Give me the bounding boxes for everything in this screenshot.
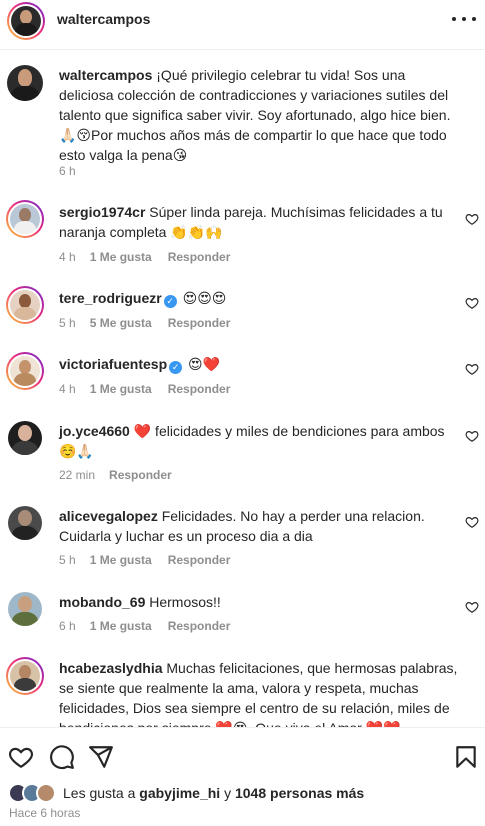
caption-avatar[interactable] <box>7 65 43 101</box>
comment-meta: 4 h 1 Me gusta Responder <box>59 382 230 396</box>
comment-meta: 5 h 1 Me gusta Responder <box>59 553 230 567</box>
reply-button[interactable]: Responder <box>168 316 231 330</box>
comment-time: 5 h <box>59 553 76 567</box>
comment-time: 22 min <box>59 468 96 482</box>
share-icon[interactable] <box>88 744 114 770</box>
likes-connector: y <box>224 785 232 801</box>
reply-button[interactable]: Responder <box>168 250 231 264</box>
comment-time: 4 h <box>59 250 76 264</box>
caption-text: waltercampos ¡Qué privilegio celebrar tu… <box>59 65 459 165</box>
heart-icon[interactable] <box>465 515 479 529</box>
comment-meta: 22 min Responder <box>59 468 172 482</box>
author-username[interactable]: waltercampos <box>57 11 150 27</box>
heart-icon[interactable] <box>465 600 479 614</box>
comment-text: tere_rodriguezr ✓ 😍😍😍 <box>59 288 459 308</box>
comment-likes[interactable]: 1 Me gusta <box>90 619 152 633</box>
comment-avatar[interactable] <box>8 506 42 540</box>
reply-button[interactable]: Responder <box>168 619 231 633</box>
comment-username[interactable]: jo.yce4660 <box>59 423 130 439</box>
comment-username[interactable]: alicevegalopez <box>59 508 158 524</box>
likes-prefix: Les gusta a <box>63 785 136 801</box>
post-actions-bar: Les gusta a gabyjime_hi y 1048 personas … <box>0 727 485 826</box>
likes-user[interactable]: gabyjime_hi <box>139 785 220 801</box>
comment-time: 4 h <box>59 382 76 396</box>
heart-icon[interactable] <box>465 362 479 376</box>
comment-text: hcabezaslydhia Muchas felicitaciones, qu… <box>59 658 459 727</box>
heart-icon[interactable] <box>465 296 479 310</box>
caption-time: 6 h <box>59 164 76 178</box>
comment-username[interactable]: victoriafuentesp <box>59 356 167 372</box>
comment-meta: 5 h 5 Me gusta Responder <box>59 316 230 330</box>
comment-text: jo.yce4660 ❤️ felicidades y miles de ben… <box>59 421 459 461</box>
post-time: Hace 6 horas <box>9 806 81 820</box>
comment-icon[interactable] <box>49 744 75 770</box>
comment-text: victoriafuentesp ✓ 😍❤️ <box>59 354 459 374</box>
comment-body: 😍😍😍 <box>182 290 227 306</box>
reply-button[interactable]: Responder <box>168 382 231 396</box>
heart-icon[interactable] <box>8 744 34 770</box>
verified-badge-icon: ✓ <box>163 295 177 308</box>
post-header: waltercampos <box>0 0 485 50</box>
liker-avatar[interactable] <box>36 783 56 803</box>
comment-item: hcabezaslydhia Muchas felicitaciones, qu… <box>0 655 485 727</box>
likes-summary[interactable]: Les gusta a gabyjime_hi y 1048 personas … <box>63 785 364 801</box>
comment-avatar[interactable] <box>8 592 42 626</box>
comment-time: 6 h <box>59 619 76 633</box>
comment-avatar[interactable] <box>6 352 44 390</box>
comment-username[interactable]: mobando_69 <box>59 594 145 610</box>
comment-likes[interactable]: 1 Me gusta <box>90 250 152 264</box>
heart-icon[interactable] <box>465 212 479 226</box>
heart-icon[interactable] <box>465 429 479 443</box>
comment-likes[interactable]: 1 Me gusta <box>90 382 152 396</box>
comment-text: mobando_69 Hermosos!! <box>59 592 459 612</box>
comment-username[interactable]: hcabezaslydhia <box>59 660 163 676</box>
comment-time: 5 h <box>59 316 76 330</box>
comment-avatar[interactable] <box>6 286 44 324</box>
comment-body: 😍❤️ <box>188 356 221 372</box>
comment-meta: 6 h 1 Me gusta Responder <box>59 619 230 633</box>
comment-likes[interactable]: 1 Me gusta <box>90 553 152 567</box>
comment-likes[interactable]: 5 Me gusta <box>90 316 152 330</box>
comment-text: sergio1974cr Súper linda pareja. Muchísi… <box>59 202 459 242</box>
reply-button[interactable]: Responder <box>109 468 172 482</box>
likes-others[interactable]: 1048 personas más <box>235 785 364 801</box>
more-options-icon[interactable] <box>452 10 476 28</box>
comment-meta: 4 h 1 Me gusta Responder <box>59 250 230 264</box>
caption-meta: 6 h <box>59 164 90 178</box>
author-avatar[interactable] <box>7 2 45 40</box>
caption-username[interactable]: waltercampos <box>59 67 152 83</box>
comment-username[interactable]: tere_rodriguezr <box>59 290 162 306</box>
comment-avatar[interactable] <box>6 200 44 238</box>
bookmark-icon[interactable] <box>453 744 479 770</box>
comment-body: Hermosos!! <box>149 594 221 610</box>
comment-avatar[interactable] <box>6 657 44 695</box>
comment-text: alicevegalopez Felicidades. No hay a per… <box>59 506 459 546</box>
comment-username[interactable]: sergio1974cr <box>59 204 145 220</box>
reply-button[interactable]: Responder <box>168 553 231 567</box>
verified-badge-icon: ✓ <box>169 361 183 374</box>
comment-avatar[interactable] <box>8 421 42 455</box>
